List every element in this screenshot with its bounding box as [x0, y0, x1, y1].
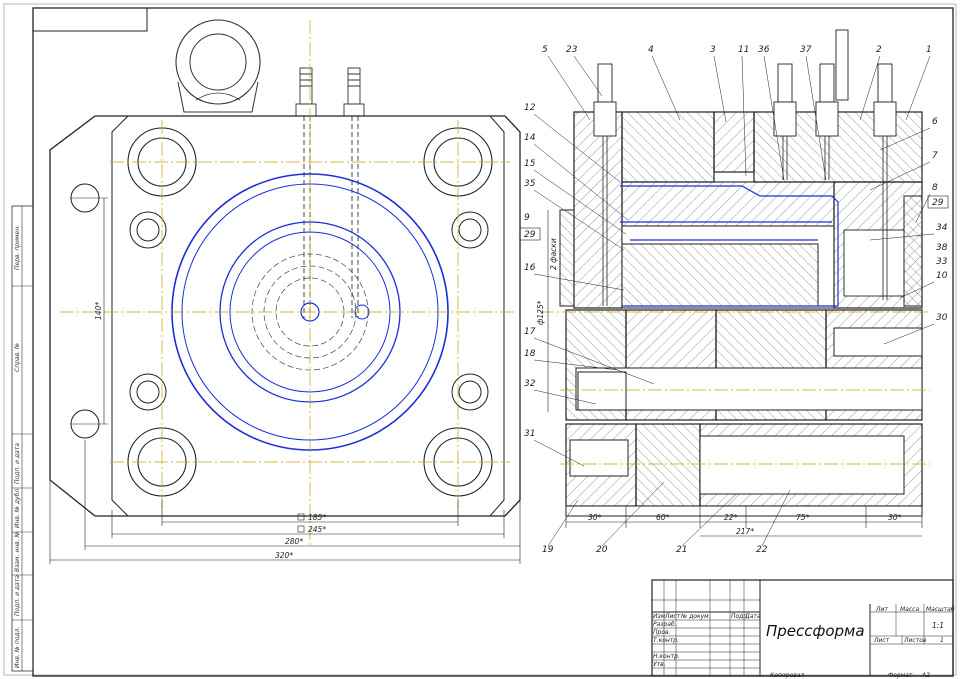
punch-insert — [621, 243, 819, 307]
tb-lit: Лит — [875, 606, 888, 613]
side-stamp-6: Подп. и дата — [14, 575, 21, 616]
side-stamp-7: Инв. № подл. — [14, 627, 21, 668]
part-label-18: 18 — [524, 349, 536, 359]
tb-role-appr: Утв. — [653, 661, 666, 668]
dim-280: 280* — [285, 537, 303, 546]
upper-plate-mid2 — [713, 111, 755, 173]
section-view: 30* 60* 22* 217* 75* 30* ф125* 2 фаски 5… — [519, 29, 949, 555]
plan-view: 185* 245* 280* 320* 140* — [49, 19, 521, 564]
part-label-21: 21 — [676, 545, 687, 555]
drawing-title: Прессформа — [766, 622, 865, 640]
dim-75: 75* — [796, 513, 810, 522]
part-label-29-right: 29 — [932, 198, 944, 208]
tb-mass: Масса — [900, 606, 919, 613]
dim-60: 60* — [656, 513, 670, 522]
side-stamp: Перв. примен. Справ. № Подп. и дата Инв.… — [11, 205, 34, 672]
part-label-8: 8 — [932, 183, 938, 193]
part-label-7: 7 — [932, 151, 938, 161]
side-stamp-2: Справ. № — [14, 343, 21, 372]
dim-chamfers: 2 фаски — [549, 238, 558, 270]
part-label-33: 33 — [936, 257, 948, 267]
part-label-2: 2 — [876, 45, 882, 55]
part-label-12: 12 — [524, 103, 536, 113]
upper-plate-mid — [621, 111, 715, 183]
part-label-9: 9 — [524, 213, 530, 223]
side-stamp-5: Взам. инв. № — [14, 531, 21, 572]
tb-sheet: Лист — [873, 637, 890, 644]
part-label-3: 3 — [710, 45, 716, 55]
part-label-34: 34 — [936, 223, 948, 233]
tb-sheets-value: 1 — [940, 637, 944, 644]
dim-245: 245* — [308, 525, 326, 534]
part-label-11: 11 — [738, 45, 749, 55]
dim-185: 185* — [308, 513, 326, 522]
part-label-29-left: 29 — [524, 230, 536, 240]
dim-30-right: 30* — [888, 513, 902, 522]
part-label-19: 19 — [542, 545, 554, 555]
part-label-35: 35 — [524, 179, 536, 189]
bottom-pin — [699, 435, 905, 495]
dim-320: 320* — [275, 551, 293, 560]
right-edge-plate — [903, 195, 923, 307]
side-stamp-4: Инв. № дубл. — [14, 487, 21, 528]
part-label-16: 16 — [524, 263, 536, 273]
side-stamp-1: Перв. примен. — [14, 225, 21, 270]
tb-scale-value: 1:1 — [932, 621, 944, 630]
part-label-10: 10 — [936, 271, 948, 281]
plate-screws — [129, 211, 489, 411]
ejector-rod-head — [577, 371, 627, 411]
bottom-screw — [569, 439, 629, 477]
tb-copied: Копировал — [770, 672, 804, 679]
part-label-32: 32 — [524, 379, 536, 389]
tb-role-check: Пров. — [653, 629, 671, 636]
dim-30-left: 30* — [588, 513, 602, 522]
part-label-22: 22 — [756, 545, 768, 555]
part-label-4: 4 — [648, 45, 654, 55]
right-cavity — [843, 229, 905, 297]
punch-body — [621, 181, 835, 227]
lifting-eye — [175, 19, 261, 113]
part-label-5: 5 — [542, 45, 548, 55]
hose-fittings-plan — [295, 67, 365, 318]
dim-phi125: ф125* — [536, 300, 545, 325]
tb-scale: Масштаб — [926, 606, 955, 613]
part-label-38: 38 — [936, 243, 948, 253]
side-stamp-3: Подп. и дата — [14, 443, 21, 484]
part-label-37: 37 — [800, 45, 812, 55]
part-label-17: 17 — [524, 327, 536, 337]
part-label-6: 6 — [932, 117, 938, 127]
tb-hdr-izm: Изм — [653, 613, 666, 620]
tb-hdr-doc: № докум. — [680, 613, 711, 620]
base-strip — [565, 505, 923, 517]
tb-hdr-date: Дата — [744, 613, 761, 620]
drawing-sheet: Перв. примен. Справ. № Подп. и дата Инв.… — [3, 3, 957, 679]
part-label-15: 15 — [524, 159, 536, 169]
upper-plate-left — [573, 111, 623, 309]
part-label-30: 30 — [936, 313, 948, 323]
mold-plate-outline — [111, 115, 505, 517]
part-label-23: 23 — [566, 45, 578, 55]
dim-217: 217* — [736, 527, 754, 536]
bottom-plate-mid — [635, 423, 701, 507]
tb-role-tcontr: Т.контр. — [653, 637, 679, 644]
tb-role-dev: Разраб. — [653, 621, 677, 628]
top-left-stamp — [32, 7, 148, 32]
ejector-rod — [575, 367, 923, 411]
side-screw — [833, 327, 923, 357]
tb-format: Формат — [888, 672, 913, 679]
dim-140: 140* — [94, 302, 103, 320]
dim-22: 22* — [724, 513, 738, 522]
part-label-36: 36 — [758, 45, 770, 55]
part-label-14: 14 — [524, 133, 536, 143]
tb-hdr-list: Лист — [664, 613, 681, 620]
part-label-31: 31 — [524, 429, 535, 439]
part-label-20: 20 — [596, 545, 608, 555]
part-label-1: 1 — [926, 45, 932, 55]
left-edge-plate — [559, 209, 575, 307]
tb-role-ncontr: Н.контр. — [653, 653, 680, 660]
tb-sheets: Листов — [903, 637, 927, 644]
tb-format-value: А2 — [921, 672, 930, 679]
